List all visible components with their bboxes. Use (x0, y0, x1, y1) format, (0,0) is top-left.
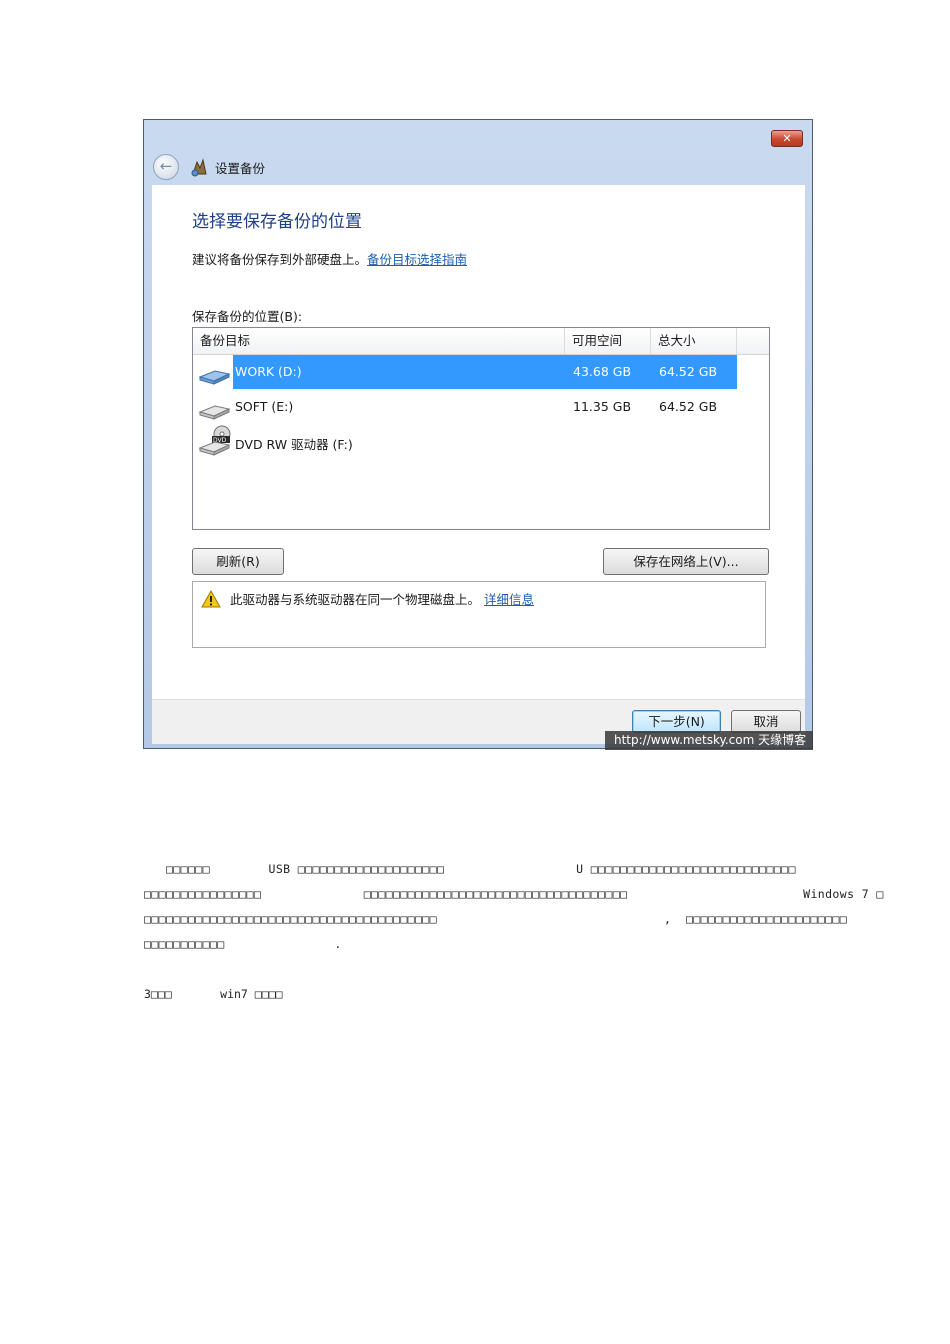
column-header-destination[interactable]: 备份目标 (193, 328, 565, 354)
subtitle: 建议将备份保存到外部硬盘上。备份目标选择指南 (192, 249, 467, 268)
article-body: □□□□□□ USB □□□□□□□□□□□□□□□□□□□□ U □□□□□□… (144, 862, 884, 962)
drive-free-space: 43.68 GB (573, 364, 632, 379)
warning-panel: 此驱动器与系统驱动器在同一个物理磁盘上。 详细信息 (192, 581, 766, 648)
backup-destination-list[interactable]: 备份目标 可用空间 总大小 WORK (D:) 43.68 GB 64.52 G… (192, 327, 770, 530)
refresh-button[interactable]: 刷新(R) (192, 548, 284, 575)
backup-location-label: 保存备份的位置(B): (192, 309, 303, 324)
hard-drive-icon (198, 405, 231, 420)
hard-drive-icon (198, 370, 231, 385)
backup-setup-window: ✕ ← 设置备份 选择要保存备份的位置 建议将备份保存到外部硬盘上。备份目标选择… (143, 119, 813, 749)
subtitle-text: 建议将备份保存到外部硬盘上。 (192, 252, 368, 267)
list-row-work-drive[interactable]: WORK (D:) 43.68 GB 64.52 GB (193, 355, 769, 389)
backup-guide-link[interactable]: 备份目标选择指南 (367, 252, 467, 267)
section-title: 3□□□ win7 □□□□ (144, 987, 283, 1001)
window-title: 设置备份 (215, 161, 266, 176)
next-button[interactable]: 下一步(N) (632, 710, 721, 733)
list-row-dvd-drive[interactable]: DVD DVD RW 驱动器 (F:) (193, 425, 769, 459)
dvd-drive-icon: DVD (198, 425, 231, 456)
content-area: 选择要保存备份的位置 建议将备份保存到外部硬盘上。备份目标选择指南 保存备份的位… (152, 185, 805, 699)
drive-name: DVD RW 驱动器 (F:) (235, 437, 353, 452)
column-header-total-size[interactable]: 总大小 (651, 328, 737, 354)
warning-text: 此驱动器与系统驱动器在同一个物理磁盘上。 (230, 592, 481, 607)
article-line: □□□□□□□□□□□□□□□□□□□□□□□□□□□□□□□□□□□□□□□□… (144, 912, 848, 926)
article-line: □□□□□□ USB □□□□□□□□□□□□□□□□□□□□ U □□□□□□… (144, 862, 796, 876)
save-on-network-button[interactable]: 保存在网络上(V)... (603, 548, 769, 575)
back-button[interactable]: ← (153, 154, 179, 180)
warning-message: 此驱动器与系统驱动器在同一个物理磁盘上。 详细信息 (230, 589, 534, 608)
drive-name: WORK (D:) (235, 364, 302, 379)
close-button[interactable]: ✕ (771, 130, 803, 147)
navigation-bar: ← 设置备份 (144, 150, 812, 184)
list-header: 备份目标 可用空间 总大小 (193, 328, 769, 355)
watermark: http://www.metsky.com 天缘博客 (605, 731, 813, 750)
article-line: □□□□□□□□□□□□□□□□ □□□□□□□□□□□□□□□□□□□□□□□… (144, 887, 884, 901)
details-link[interactable]: 详细信息 (484, 592, 534, 607)
drive-name: SOFT (E:) (235, 399, 294, 414)
drive-free-space: 11.35 GB (573, 399, 632, 414)
drive-total-size: 64.52 GB (659, 364, 718, 379)
column-header-free-space[interactable]: 可用空间 (565, 328, 651, 354)
article-line: □□□□□□□□□□□ . (144, 937, 342, 951)
backup-app-icon (191, 158, 207, 177)
drive-total-size: 64.52 GB (659, 399, 718, 414)
list-row-soft-drive[interactable]: SOFT (E:) 11.35 GB 64.52 GB (193, 390, 769, 424)
warning-icon (201, 590, 221, 608)
cancel-button[interactable]: 取消 (731, 710, 801, 733)
page-heading: 选择要保存备份的位置 (192, 212, 362, 232)
